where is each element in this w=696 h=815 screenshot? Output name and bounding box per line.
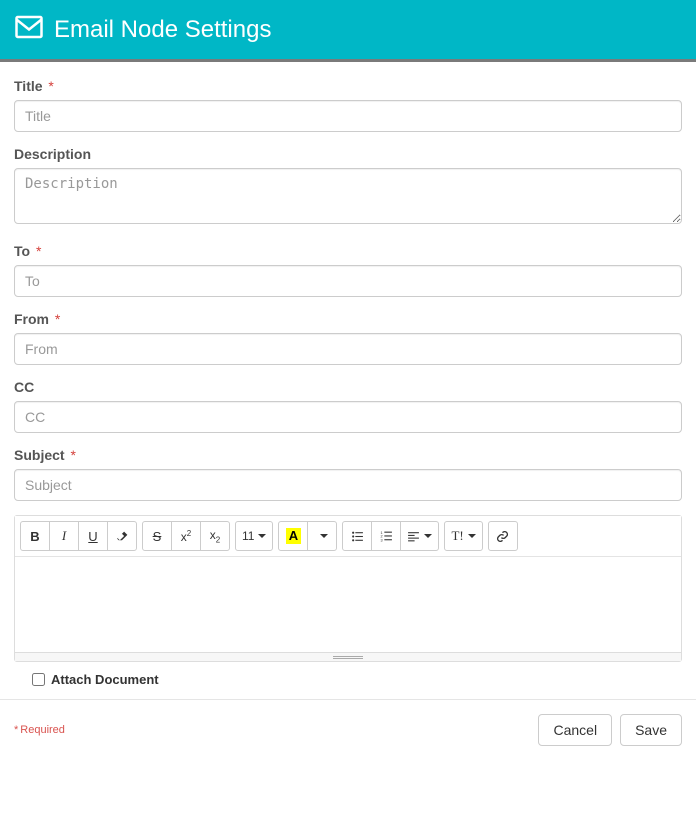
label-description: Description [14,146,682,162]
superscript-button[interactable]: x2 [171,521,201,551]
save-button[interactable]: Save [620,714,682,746]
font-color-button[interactable]: A [278,521,308,551]
grip-icon [333,656,363,659]
field-from: From * [14,311,682,365]
modal-header: Email Node Settings [0,0,696,62]
toolbar-group-paragraph: 123 [342,521,439,551]
list-ol-icon: 123 [380,530,393,543]
subscript-button[interactable]: x2 [200,521,230,551]
field-cc: CC [14,379,682,433]
toolbar-group-color: A [278,521,337,551]
required-marker: * [55,311,60,327]
editor-toolbar: B I U S x2 x2 11 [15,516,681,557]
font-color-dropdown[interactable] [307,521,337,551]
field-title: Title * [14,78,682,132]
editor-body[interactable] [15,557,681,652]
list-ul-icon [351,530,364,543]
label-subject: Subject * [14,447,682,463]
toolbar-group-font-style: B I U [20,521,137,551]
modal-title: Email Node Settings [54,16,271,44]
bold-icon: B [30,529,39,544]
label-from: From * [14,311,682,327]
field-to: To * [14,243,682,297]
modal-footer: *Required Cancel Save [0,699,696,760]
input-cc[interactable] [14,401,682,433]
bold-button[interactable]: B [20,521,50,551]
paragraph-style-dropdown[interactable]: T! [444,521,482,551]
eraser-icon [116,530,129,543]
toolbar-group-fontsize: 11 [235,521,273,551]
rich-text-editor: B I U S x2 x2 11 [14,515,682,662]
input-to[interactable] [14,265,682,297]
paragraph-style-icon: T! [451,528,463,544]
mail-icon [14,12,54,47]
input-from[interactable] [14,333,682,365]
clear-format-button[interactable] [107,521,137,551]
field-subject: Subject * [14,447,682,501]
attach-document-row[interactable]: Attach Document [28,670,682,689]
cancel-button[interactable]: Cancel [538,714,612,746]
subscript-icon: x2 [210,528,220,544]
required-marker: * [70,447,75,463]
svg-text:3: 3 [381,538,383,542]
chevron-down-icon [258,534,266,538]
link-button[interactable] [488,521,518,551]
unordered-list-button[interactable] [342,521,372,551]
field-description: Description [14,146,682,229]
input-title[interactable] [14,100,682,132]
label-cc: CC [14,379,682,395]
strikethrough-icon: S [153,529,162,544]
font-color-icon: A [286,528,301,544]
required-marker: * [48,78,53,94]
required-marker: * [36,243,41,259]
strikethrough-button[interactable]: S [142,521,172,551]
underline-button[interactable]: U [78,521,108,551]
underline-icon: U [88,529,97,544]
input-description[interactable] [14,168,682,224]
input-subject[interactable] [14,469,682,501]
font-size-dropdown[interactable]: 11 [235,521,273,551]
label-to: To * [14,243,682,259]
font-size-value: 11 [242,529,254,543]
chevron-down-icon [468,534,476,538]
chevron-down-icon [320,534,328,538]
italic-icon: I [62,528,66,544]
toolbar-group-script: S x2 x2 [142,521,230,551]
form-body: Title * Description To * From * CC Subje… [0,62,696,699]
footer-buttons: Cancel Save [538,714,682,746]
editor-resize-handle[interactable] [15,652,681,661]
chevron-down-icon [424,534,432,538]
ordered-list-button[interactable]: 123 [371,521,401,551]
toolbar-group-style: T! [444,521,482,551]
attach-document-label: Attach Document [51,672,159,687]
label-title: Title * [14,78,682,94]
align-dropdown[interactable] [400,521,439,551]
superscript-icon: x2 [181,529,191,544]
required-footnote: *Required [14,724,65,736]
italic-button[interactable]: I [49,521,79,551]
attach-document-checkbox[interactable] [32,673,45,686]
align-left-icon [407,530,420,543]
link-icon [496,530,509,543]
toolbar-group-link [488,521,518,551]
